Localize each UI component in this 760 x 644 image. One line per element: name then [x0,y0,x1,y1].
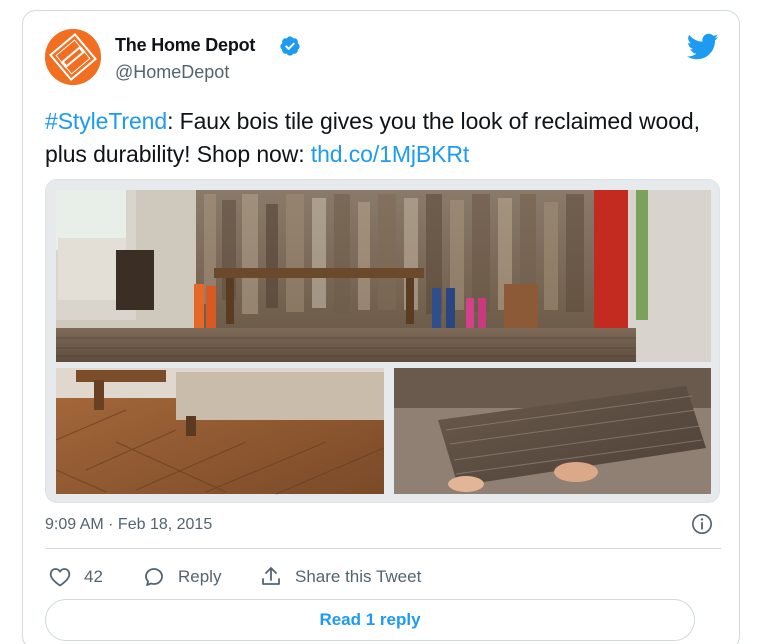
media-collage-photo [46,190,719,495]
like-button[interactable]: 42 [48,564,103,590]
share-button[interactable]: Share this Tweet [259,564,421,590]
like-count: 42 [84,567,103,586]
heart-icon [49,568,71,587]
tweet-timestamp[interactable]: 9:09 AM · Feb 18, 2015 [45,516,212,534]
info-icon[interactable] [691,513,713,535]
author-name[interactable]: The Home Depot [115,35,255,56]
reply-label: Reply [178,567,222,586]
twitter-bird-icon[interactable] [687,33,719,61]
shop-link[interactable]: thd.co/1MjBKRt [311,141,469,167]
tweet-media[interactable] [45,179,720,503]
read-replies-button[interactable]: Read 1 reply [45,599,695,641]
tweet-text: #StyleTrend: Faux bois tile gives you th… [45,105,729,171]
share-icon [262,567,280,585]
home-depot-logo [45,29,101,85]
verified-badge-icon [280,36,300,56]
divider [45,548,721,549]
share-label: Share this Tweet [295,567,422,586]
reply-button[interactable]: Reply [142,564,221,590]
tweet-card[interactable]: The Home Depot @HomeDepot #StyleTrend: F… [22,10,740,644]
hashtag-link[interactable]: #StyleTrend [45,108,167,134]
author-handle[interactable]: @HomeDepot [115,62,229,83]
author-avatar[interactable] [45,29,101,85]
reply-bubble-icon [145,568,163,586]
read-replies-label: Read 1 reply [319,610,421,629]
